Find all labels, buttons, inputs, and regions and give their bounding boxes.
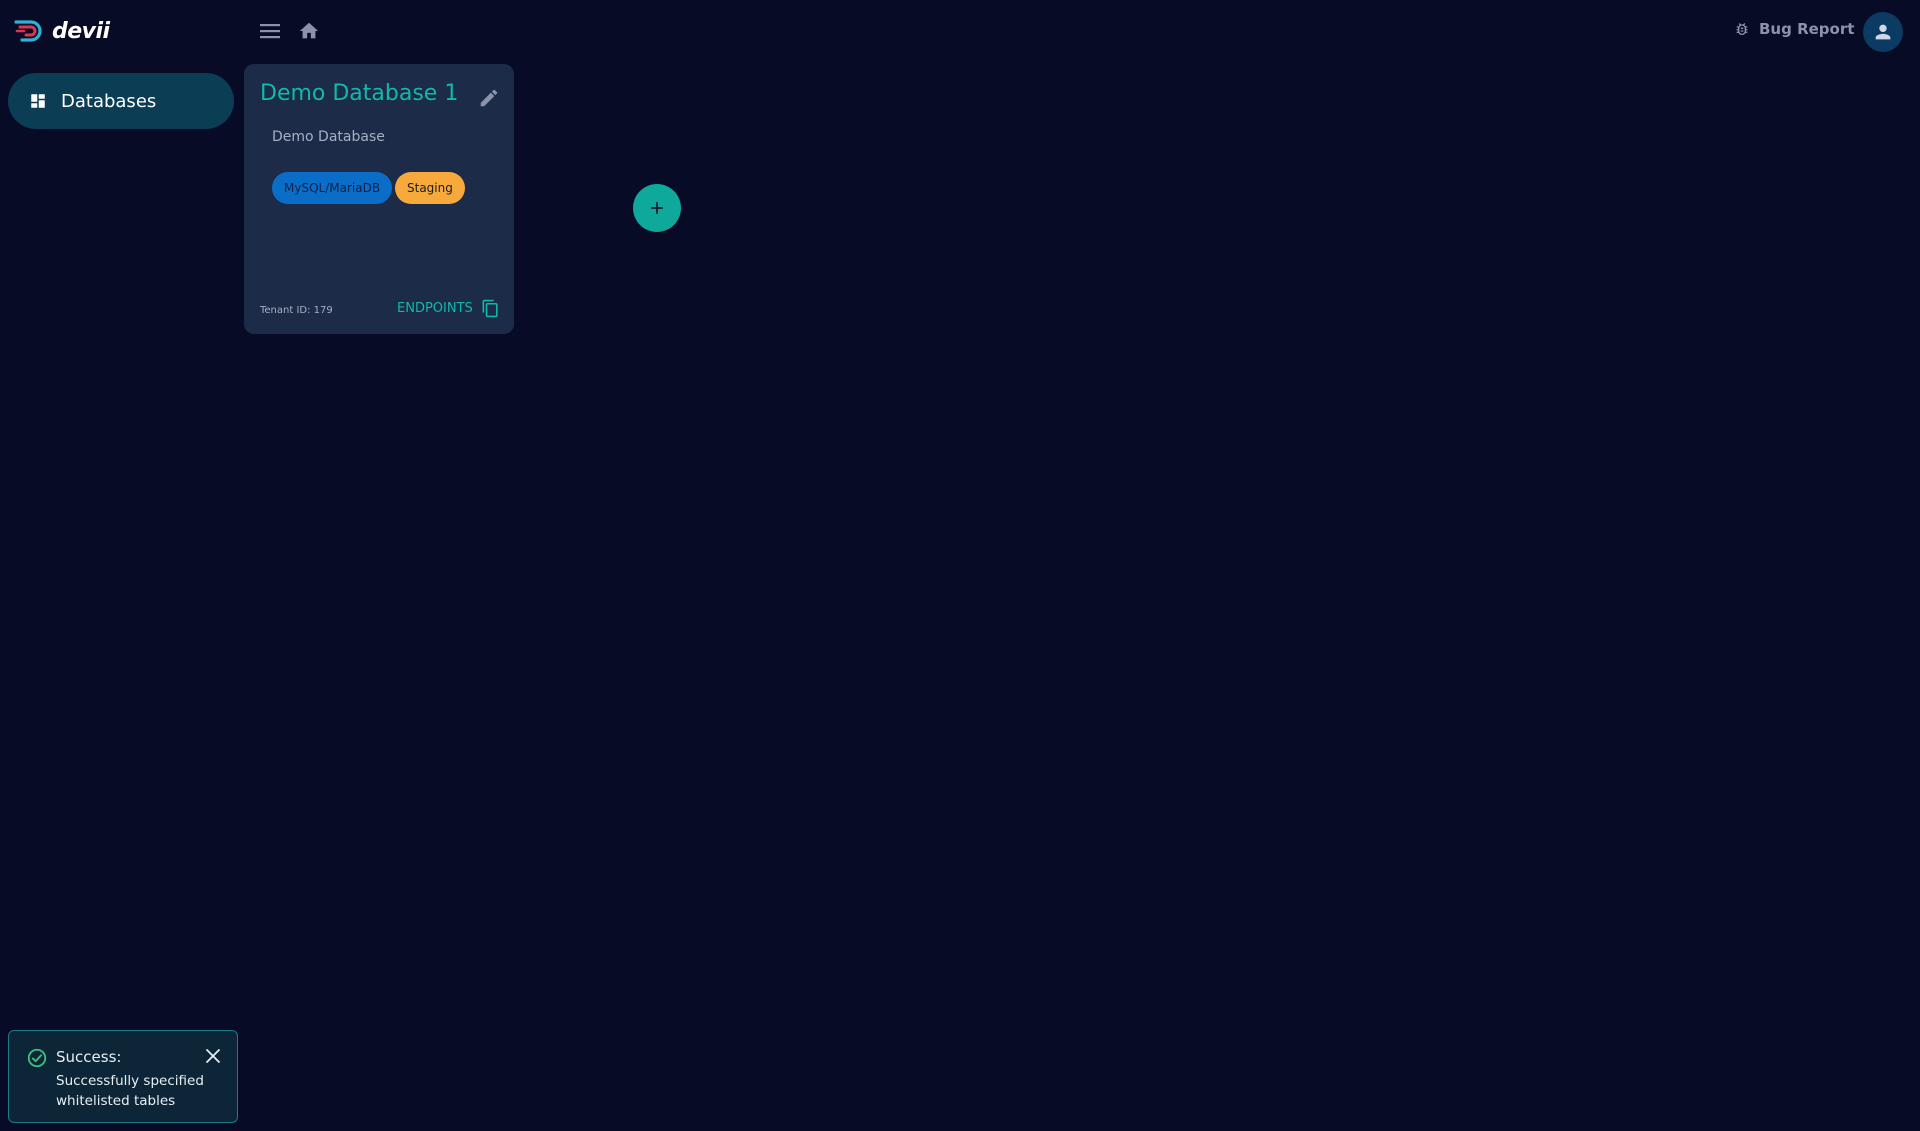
dashboard-icon [31,94,45,108]
success-toast: Success: Successfully specified whitelis… [8,1030,238,1123]
database-card[interactable]: Demo Database 1 Demo Database MySQL/Mari… [244,64,514,334]
sidebar-item-label: Databases [61,90,157,112]
bug-report-button[interactable]: Bug Report [1734,20,1854,38]
copy-icon [482,299,498,318]
tenant-id: Tenant ID: 179 [260,305,333,316]
database-title[interactable]: Demo Database 1 [260,81,458,106]
plus-icon [651,202,663,214]
app-logo[interactable]: devii [14,18,110,44]
bug-report-label: Bug Report [1759,20,1855,38]
database-description: Demo Database [272,129,385,145]
environment-chip: Staging [395,172,465,204]
endpoints-label: ENDPOINTS [397,301,473,316]
user-avatar-button[interactable] [1863,12,1903,52]
sidebar-item-databases[interactable]: Databases [8,73,234,129]
close-icon[interactable] [205,1048,221,1064]
logo-mark-icon [14,20,42,42]
toast-title: Success: [56,1048,122,1066]
endpoints-button[interactable]: ENDPOINTS [397,298,500,319]
edit-icon[interactable] [478,87,500,109]
logo-text: devii [52,18,110,44]
toast-message: Successfully specified whitelisted table… [56,1073,204,1109]
bug-icon [1736,23,1748,35]
user-icon [1875,24,1891,40]
add-database-button[interactable] [633,184,681,232]
database-type-chip: MySQL/MariaDB [272,172,393,204]
home-icon[interactable] [298,20,320,42]
check-circle-icon [27,1048,47,1068]
hamburger-menu-icon[interactable] [258,19,282,43]
